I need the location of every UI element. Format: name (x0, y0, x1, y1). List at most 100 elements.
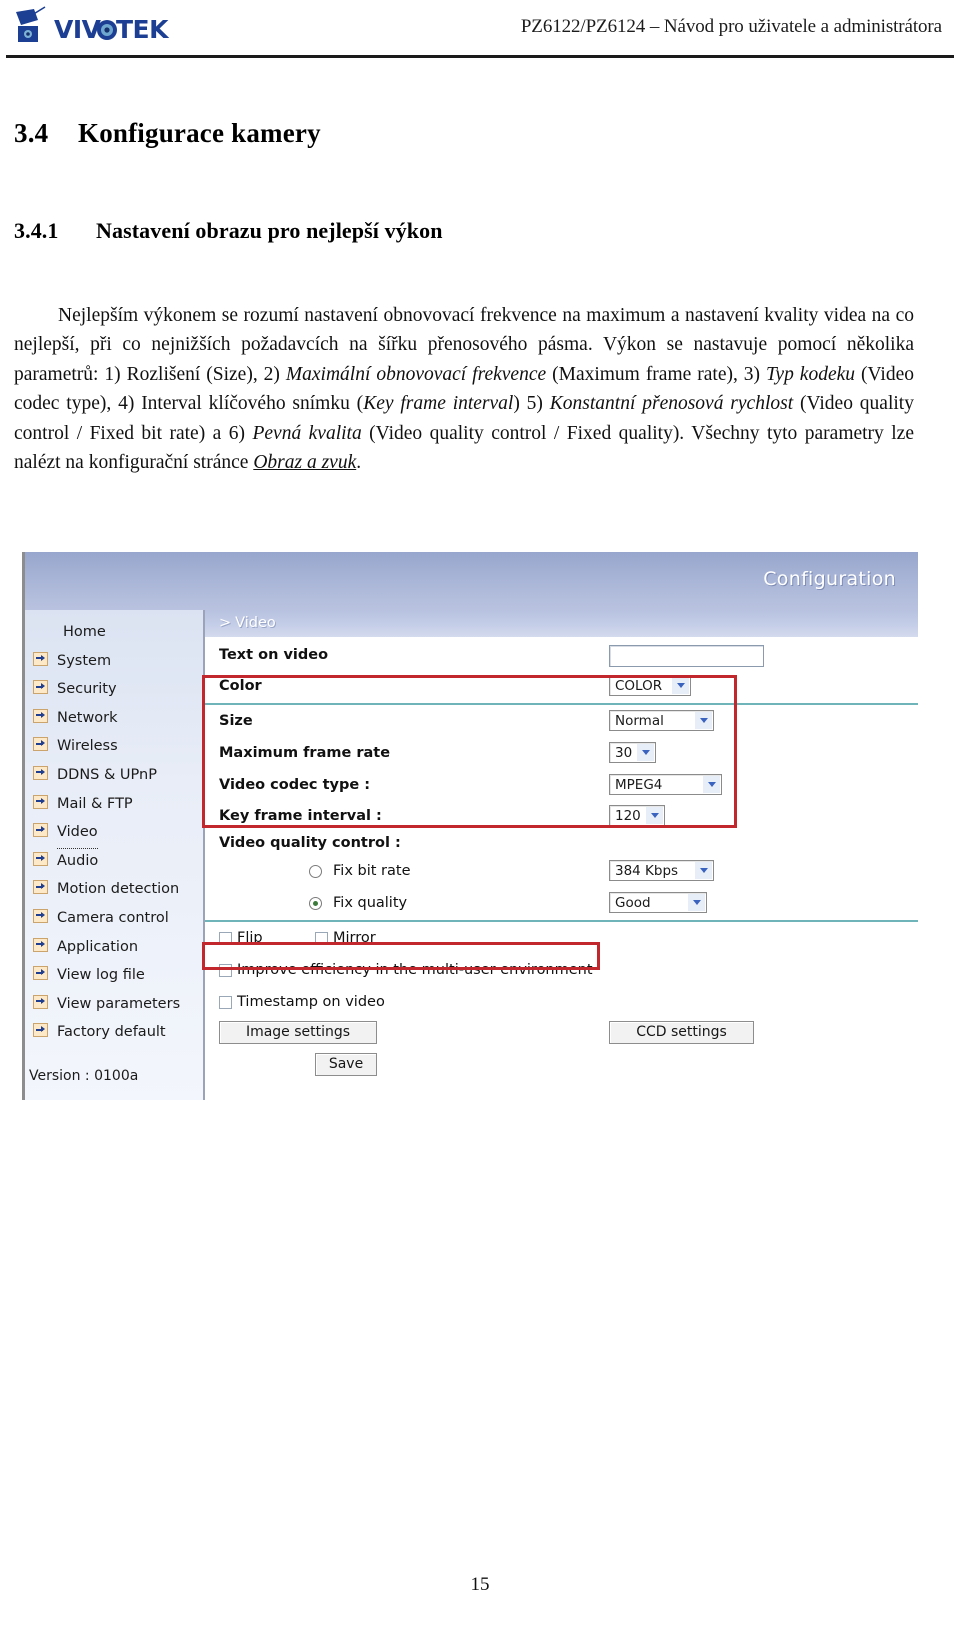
arrow-right-icon (33, 765, 48, 780)
panel-title: Video (235, 615, 276, 631)
row-key-frame-interval: Key frame interval : 120 (205, 802, 918, 832)
row-timestamp-on-video: Timestamp on video (205, 989, 918, 1019)
row-size: Size Normal (205, 707, 918, 737)
para-emphasis-4: Konstantní přenosová rychlost (549, 393, 794, 414)
chevron-down-icon (646, 807, 663, 824)
save-button[interactable]: Save (315, 1053, 377, 1076)
arrow-right-icon (33, 737, 48, 752)
subsection-number: 3.4.1 (14, 218, 59, 243)
arrow-right-icon (33, 994, 48, 1009)
video-codec-type-select[interactable]: MPEG4 (609, 774, 722, 795)
ccd-settings-button[interactable]: CCD settings (609, 1021, 754, 1044)
chevron-down-icon (637, 744, 654, 761)
fix-quality-radio[interactable] (309, 897, 322, 910)
para-text-2: (Maximum frame rate), 3) (546, 363, 767, 385)
arrow-right-icon (33, 708, 48, 723)
sidebar-item-label: Network (57, 709, 118, 726)
row-fix-quality: Fix quality Good (205, 889, 918, 919)
arrow-right-icon (33, 966, 48, 981)
sidebar-item-label: Camera control (57, 909, 169, 926)
color-select[interactable]: COLOR (609, 675, 691, 696)
row-text-on-video: Text on video (205, 641, 918, 671)
sidebar-item-application[interactable]: Application (25, 933, 203, 962)
color-label: Color (219, 678, 262, 694)
sidebar-item-view-log-file[interactable]: View log file (25, 961, 203, 990)
section-divider-bottom (205, 920, 918, 922)
improve-efficiency-label: Improve efficiency in the multi-user env… (237, 962, 593, 978)
row-video-quality-control: Video quality control : (205, 829, 918, 859)
firmware-version-label: Version : 0100a (29, 1068, 139, 1084)
sidebar-item-label: DDNS & UPnP (57, 766, 157, 783)
config-page-link[interactable]: Obraz a zvuk (253, 452, 356, 473)
row-improve-efficiency: Improve efficiency in the multi-user env… (205, 957, 918, 987)
video-codec-type-value: MPEG4 (615, 777, 663, 793)
row-color: Color COLOR (205, 672, 918, 702)
sidebar-item-label: Security (57, 681, 117, 698)
video-codec-type-label: Video codec type : (219, 777, 371, 793)
video-settings-panel: > Video Text on video Color COLOR Size N… (205, 610, 918, 1100)
chevron-down-icon (672, 677, 689, 694)
chevron-down-icon (703, 776, 720, 793)
arrow-right-icon (33, 823, 48, 838)
fix-quality-value: Good (615, 895, 651, 911)
mirror-checkbox[interactable] (315, 932, 328, 945)
arrow-right-icon (33, 1023, 48, 1038)
sidebar-item-label: Home (63, 624, 106, 640)
configuration-topbar: Configuration (25, 552, 918, 610)
sidebar-item-motion-detection[interactable]: Motion detection (25, 875, 203, 904)
color-select-value: COLOR (615, 678, 663, 694)
fix-bit-rate-radio[interactable] (309, 865, 322, 878)
max-frame-rate-select[interactable]: 30 (609, 742, 656, 763)
para-text-4: ) 5) (513, 393, 550, 414)
chevron-down-icon (695, 862, 712, 879)
para-text-7: . (356, 452, 362, 473)
panel-header: > Video (205, 610, 918, 637)
fix-quality-select[interactable]: Good (609, 892, 707, 913)
sidebar-item-network[interactable]: Network (25, 704, 203, 733)
flip-checkbox[interactable] (219, 932, 232, 945)
panel-header-text: > Video (219, 615, 276, 631)
sidebar-item-home[interactable]: Home (25, 618, 203, 647)
flip-label: Flip (237, 930, 263, 946)
improve-efficiency-checkbox[interactable] (219, 964, 232, 977)
row-video-codec-type: Video codec type : MPEG4 (205, 771, 918, 801)
sidebar-item-label: Motion detection (57, 881, 180, 898)
fix-bit-rate-select[interactable]: 384 Kbps (609, 860, 714, 881)
arrow-right-icon (33, 680, 48, 695)
image-settings-button[interactable]: Image settings (219, 1021, 377, 1044)
sidebar-item-security[interactable]: Security (25, 675, 203, 704)
row-flip-mirror: Flip Mirror (205, 925, 918, 955)
size-label: Size (219, 713, 253, 729)
text-on-video-input[interactable] (609, 645, 764, 667)
sidebar-item-system[interactable]: System (25, 647, 203, 676)
size-select[interactable]: Normal (609, 710, 714, 731)
page-header: VIV TEK PZ6122/PZ6124 – Návod pro uživat… (0, 0, 960, 58)
sidebar-item-ddns-upnp[interactable]: DDNS & UPnP (25, 761, 203, 790)
sidebar-item-mail-ftp[interactable]: Mail & FTP (25, 790, 203, 819)
para-emphasis-2: Typ kodeku (766, 363, 856, 385)
timestamp-on-video-checkbox[interactable] (219, 996, 232, 1009)
sidebar-item-video[interactable]: Video (25, 818, 203, 849)
page-number: 15 (470, 1574, 490, 1595)
fix-quality-label: Fix quality (333, 895, 408, 911)
sidebar-item-factory-default[interactable]: Factory default (25, 1018, 203, 1047)
text-on-video-label: Text on video (219, 647, 329, 663)
arrow-right-icon (33, 851, 48, 866)
sidebar-item-camera-control[interactable]: Camera control (25, 904, 203, 933)
sidebar-item-label: Audio (57, 852, 99, 869)
sidebar-item-audio[interactable]: Audio (25, 847, 203, 876)
key-frame-interval-select[interactable]: 120 (609, 805, 665, 826)
max-frame-rate-label: Maximum frame rate (219, 745, 391, 761)
camera-config-screenshot: Configuration Home System Security Netwo… (22, 534, 918, 1100)
document-title: PZ6122/PZ6124 – Návod pro uživatele a ad… (520, 16, 942, 37)
row-save-button: Save (205, 1051, 918, 1079)
sidebar-item-label: Factory default (57, 1024, 166, 1041)
sidebar-item-wireless[interactable]: Wireless (25, 732, 203, 761)
svg-text:VIV: VIV (54, 15, 102, 44)
chevron-down-icon (688, 894, 705, 911)
sidebar-nav[interactable]: Home System Security Network Wireless DD… (25, 610, 205, 1100)
header-divider (6, 55, 954, 58)
sidebar-item-view-parameters[interactable]: View parameters (25, 990, 203, 1019)
para-emphasis-5: Pevná kvalita (252, 422, 362, 444)
section-number: 3.4 (14, 118, 49, 148)
